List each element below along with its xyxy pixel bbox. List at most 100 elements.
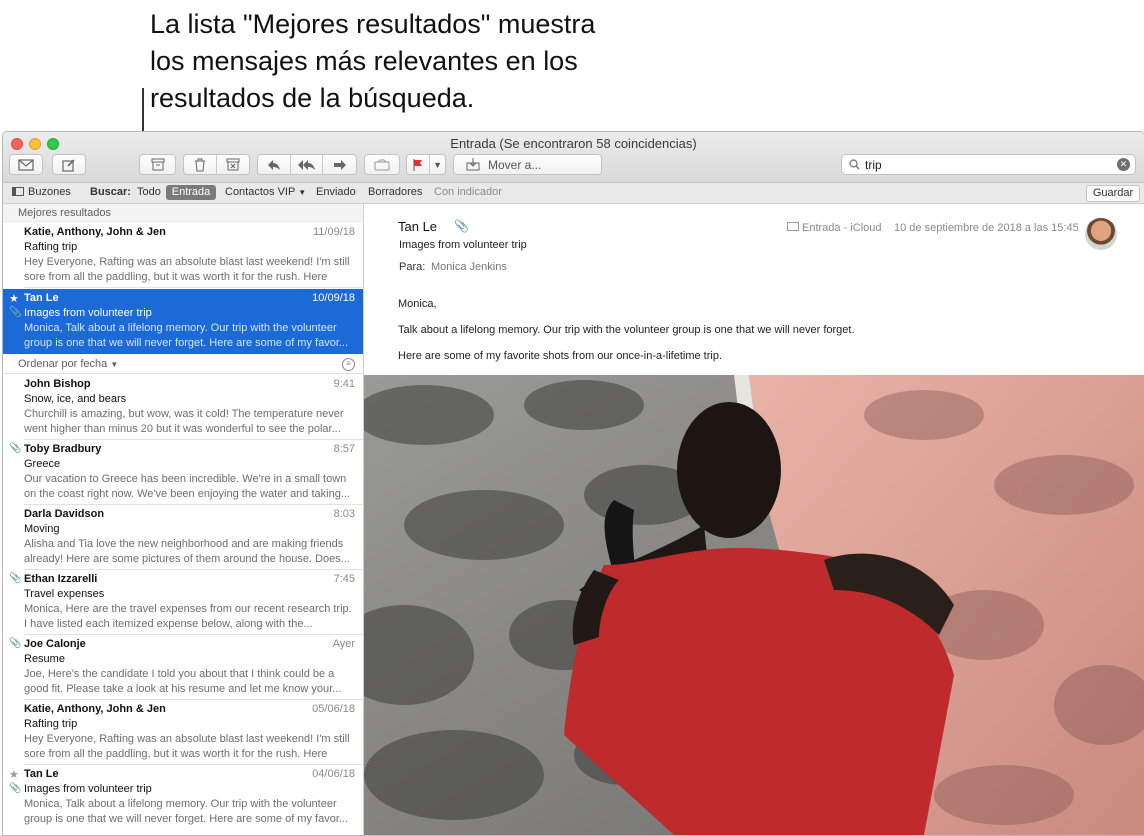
subject: Moving: [24, 523, 60, 535]
preview: Joe, Here's the candidate I told you abo…: [24, 668, 342, 695]
paperclip-icon: 📎: [9, 638, 22, 649]
preview: Monica, Talk about a lifelong memory. Ou…: [24, 798, 349, 825]
list-item[interactable]: 📎 Ethan Izzarelli 7:45 Travel expenses M…: [3, 570, 363, 635]
star-icon: ★: [9, 293, 19, 305]
date: 10/09/18: [312, 292, 355, 304]
reply-icon: [267, 159, 280, 170]
reply-group: [257, 154, 357, 175]
sender: Ethan Izzarelli: [24, 573, 98, 585]
scope-inbox[interactable]: Entrada: [166, 185, 216, 200]
sender: Toby Bradbury: [24, 443, 102, 455]
trash-button[interactable]: [184, 155, 217, 174]
sender: Darla Davidson: [24, 508, 105, 520]
move-to-label: Mover a...: [488, 157, 542, 172]
preview: Our vacation to Greece has been incredib…: [24, 473, 350, 500]
list-item[interactable]: Darla Davidson 8:03 Moving Alisha and Ti…: [3, 505, 363, 570]
body-paragraph-1: Talk about a lifelong memory. Our trip w…: [398, 324, 855, 336]
reply-all-icon: [297, 159, 315, 170]
forward-button[interactable]: [323, 155, 356, 174]
paperclip-icon: 📎: [9, 573, 22, 584]
sender: Katie, Anthony, John & Jen: [24, 226, 166, 238]
scope-all[interactable]: Todo: [137, 186, 161, 198]
star-icon: ★: [9, 769, 19, 781]
mailboxes-toggle[interactable]: Buzones: [12, 186, 71, 198]
attached-photo[interactable]: [364, 375, 1144, 835]
preview: Hey Everyone, Rafting was an absolute bl…: [24, 256, 350, 283]
subject: Images from volunteer trip: [24, 307, 152, 319]
date: 04/06/18: [312, 768, 355, 780]
flag-menu-button[interactable]: ▼: [430, 155, 445, 174]
date: Ayer: [332, 638, 355, 650]
flag-button[interactable]: [407, 155, 431, 174]
junk-button[interactable]: [217, 155, 249, 174]
chevron-down-icon: ▼: [433, 159, 443, 170]
sort-label: Ordenar por fecha: [18, 358, 108, 370]
preview: Alisha and Tia love the new neighborhood…: [24, 538, 350, 565]
to-recipient[interactable]: Monica Jenkins: [431, 261, 507, 273]
filter-icon[interactable]: ≡: [342, 358, 355, 371]
reply-all-button[interactable]: [291, 155, 324, 174]
titlebar: Entrada (Se encontraron 58 coincidencias…: [3, 132, 1144, 183]
top-hit-row[interactable]: Katie, Anthony, John & Jen 11/09/18 Raft…: [3, 223, 363, 288]
top-hit-row-selected[interactable]: ★ 📎 Tan Le 10/09/18 Images from voluntee…: [3, 289, 363, 354]
get-mail-button[interactable]: [9, 154, 43, 175]
date: 9:41: [333, 378, 355, 390]
attachment-icon[interactable]: 📎: [454, 219, 469, 233]
envelope-icon: [18, 158, 34, 171]
search-field[interactable]: trip ✕: [841, 154, 1136, 175]
body-greeting: Monica,: [398, 298, 437, 310]
save-search-button[interactable]: Guardar: [1086, 185, 1140, 202]
scope-sent[interactable]: Enviado: [316, 186, 356, 198]
forward-icon: [333, 159, 346, 170]
list-item[interactable]: Katie, Anthony, John & Jen 05/06/18 Raft…: [3, 700, 363, 765]
callout-line-2: los mensajes más relevantes en los: [150, 46, 578, 76]
move-to-button[interactable]: Mover a...: [453, 154, 602, 175]
top-hits-header: Mejores resultados: [3, 204, 363, 223]
sort-header: Ordenar por fecha ▼ ≡: [3, 355, 363, 374]
date: 05/06/18: [312, 703, 355, 715]
junk-icon: [226, 158, 240, 171]
mute-icon: [365, 155, 399, 174]
list-item[interactable]: John Bishop 9:41 Snow, ice, and bears Ch…: [3, 375, 363, 440]
scope-drafts[interactable]: Borradores: [368, 186, 422, 198]
sender: Katie, Anthony, John & Jen: [24, 703, 166, 715]
search-input-value[interactable]: trip: [865, 158, 882, 172]
callout-line-3: resultados de la búsqueda.: [150, 83, 475, 113]
scope-vip-label: Contactos VIP: [225, 186, 296, 198]
date: 8:57: [333, 443, 355, 455]
subject: Rafting trip: [24, 718, 78, 730]
body-paragraph-2: Here are some of my favorite shots from …: [398, 350, 723, 362]
date: 8:03: [333, 508, 355, 520]
sort-menu[interactable]: Ordenar por fecha ▼: [18, 358, 118, 370]
scope-flagged[interactable]: Con indicador: [434, 186, 502, 198]
mute-button[interactable]: [364, 154, 400, 175]
preview: Monica, Here are the travel expenses fro…: [24, 603, 352, 630]
compose-button[interactable]: [52, 154, 86, 175]
photo-image: [364, 375, 1144, 835]
subject: Rafting trip: [24, 241, 78, 253]
sender: John Bishop: [24, 378, 91, 390]
list-item[interactable]: 📎 Toby Bradbury 8:57 Greece Our vacation…: [3, 440, 363, 505]
viewer-subject: Images from volunteer trip: [399, 239, 527, 251]
search-scope-bar: Buzones Buscar: Todo Entrada Contactos V…: [3, 183, 1144, 204]
folder-icon: [787, 222, 799, 231]
archive-button[interactable]: [139, 154, 176, 175]
sender: Joe Calonje: [24, 638, 86, 650]
sidebar-icon: [12, 187, 24, 196]
date: 7:45: [333, 573, 355, 585]
scope-vip[interactable]: Contactos VIP ▼: [225, 186, 306, 198]
preview: Monica, Talk about a lifelong memory. Ou…: [24, 322, 349, 349]
trash-icon: [195, 158, 205, 171]
subject: Images from volunteer trip: [24, 783, 152, 795]
list-item[interactable]: 📎 Joe Calonje Ayer Resume Joe, Here's th…: [3, 635, 363, 700]
viewer-date: 10 de septiembre de 2018 a las 15:45: [894, 222, 1079, 234]
subject: Travel expenses: [24, 588, 105, 600]
row-divider: [24, 287, 363, 288]
list-item[interactable]: ★ 📎 Tan Le 04/06/18 Images from voluntee…: [3, 765, 363, 830]
search-scope-label: Buscar:: [90, 186, 131, 198]
chevron-down-icon: ▼: [298, 188, 307, 197]
reply-button[interactable]: [258, 155, 291, 174]
message-viewer: Tan Le 📎 Images from volunteer trip Para…: [364, 204, 1144, 835]
paperclip-icon: 📎: [9, 443, 22, 454]
clear-search-icon[interactable]: ✕: [1117, 158, 1130, 171]
